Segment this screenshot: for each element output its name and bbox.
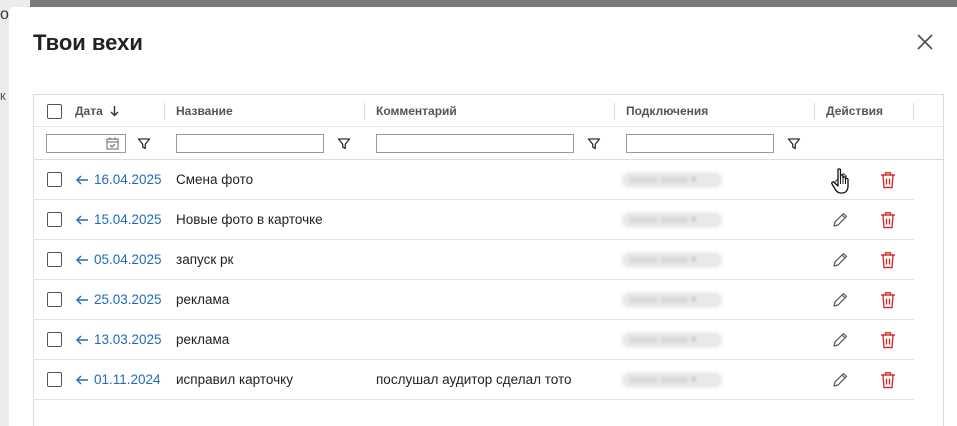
filter-row xyxy=(34,127,943,160)
name-filter-input[interactable] xyxy=(176,134,324,153)
table-header: Дата Название Комментарий Подключения Де… xyxy=(34,95,943,127)
connections-filter-input[interactable] xyxy=(626,134,774,153)
milestone-date-link[interactable]: 01.11.2024 xyxy=(94,372,161,387)
milestone-date-link[interactable]: 05.04.2025 xyxy=(94,252,162,267)
table-row[interactable]: 25.03.2025 реклама xxxxx xxxxx ▾ xyxy=(34,280,914,320)
trash-icon[interactable] xyxy=(880,371,896,389)
table-row[interactable]: 13.03.2025 реклама xxxxx xxxxx ▾ xyxy=(34,320,914,360)
connections-blurred: xxxxx xxxxx ▾ xyxy=(622,332,722,348)
hand-pointer-icon xyxy=(831,168,849,194)
table-scroll-gutter xyxy=(914,160,943,426)
row-checkbox[interactable] xyxy=(47,172,62,187)
pencil-icon[interactable] xyxy=(831,371,849,389)
arrow-left-icon[interactable] xyxy=(75,373,89,387)
trash-icon[interactable] xyxy=(880,251,896,269)
pencil-icon[interactable] xyxy=(831,251,849,269)
pencil-icon[interactable] xyxy=(831,331,849,349)
milestone-name: реклама xyxy=(176,332,230,347)
milestone-date-link[interactable]: 13.03.2025 xyxy=(94,332,162,347)
select-all-checkbox[interactable] xyxy=(47,104,62,119)
table-row[interactable]: 15.04.2025 Новые фото в карточке xxxxx x… xyxy=(34,200,914,240)
trash-icon[interactable] xyxy=(880,211,896,229)
funnel-icon[interactable] xyxy=(137,137,151,151)
trash-icon[interactable] xyxy=(880,331,896,349)
close-button[interactable] xyxy=(911,28,939,56)
pencil-icon[interactable] xyxy=(831,291,849,309)
background-text: о xyxy=(0,6,9,23)
funnel-icon[interactable] xyxy=(337,137,351,151)
column-header-date[interactable]: Дата xyxy=(75,95,119,127)
pencil-icon[interactable] xyxy=(831,211,849,229)
close-icon xyxy=(917,34,933,50)
funnel-icon[interactable] xyxy=(787,137,801,151)
row-checkbox[interactable] xyxy=(47,252,62,267)
milestone-name: Смена фото xyxy=(176,172,254,187)
milestone-date-link[interactable]: 16.04.2025 xyxy=(94,172,162,187)
milestone-name: реклама xyxy=(176,292,230,307)
milestone-comment: послушал аудитор сделал тото xyxy=(376,372,572,387)
column-separator[interactable] xyxy=(614,103,615,120)
milestones-dialog: Твои вехи Дата Название Комментарий Подк… xyxy=(9,7,957,426)
milestones-table: Дата Название Комментарий Подключения Де… xyxy=(33,94,944,426)
arrow-left-icon[interactable] xyxy=(75,253,89,267)
background-text: к xyxy=(0,88,6,103)
row-checkbox[interactable] xyxy=(47,332,62,347)
column-separator[interactable] xyxy=(364,103,365,120)
trash-icon[interactable] xyxy=(880,171,896,189)
funnel-icon[interactable] xyxy=(587,137,601,151)
milestone-date-link[interactable]: 15.04.2025 xyxy=(94,212,162,227)
table-row[interactable]: 16.04.2025 Смена фото xxxxx xxxxx ▾ xyxy=(34,160,914,200)
arrow-left-icon[interactable] xyxy=(75,293,89,307)
column-header-actions: Действия xyxy=(826,104,884,118)
comment-filter-input[interactable] xyxy=(376,134,574,153)
column-separator[interactable] xyxy=(164,103,165,120)
connections-blurred: xxxxx xxxxx ▾ xyxy=(622,292,722,308)
table-row[interactable]: 01.11.2024 исправил карточку послушал ау… xyxy=(34,360,914,400)
row-checkbox[interactable] xyxy=(47,372,62,387)
row-checkbox[interactable] xyxy=(47,212,62,227)
trash-icon[interactable] xyxy=(880,291,896,309)
table-row[interactable]: 05.04.2025 запуск рк xxxxx xxxxx ▾ xyxy=(34,240,914,280)
column-header-name[interactable]: Название xyxy=(176,95,233,127)
calendar-icon[interactable] xyxy=(106,137,119,150)
arrow-left-icon[interactable] xyxy=(75,333,89,347)
milestone-name: запуск рк xyxy=(176,252,234,267)
connections-blurred: xxxxx xxxxx ▾ xyxy=(622,252,722,268)
row-checkbox[interactable] xyxy=(47,292,62,307)
milestone-name: Новые фото в карточке xyxy=(176,212,323,227)
arrow-left-icon[interactable] xyxy=(75,173,89,187)
milestone-date-link[interactable]: 25.03.2025 xyxy=(94,292,162,307)
column-header-connections[interactable]: Подключения xyxy=(626,95,708,127)
connections-blurred: xxxxx xxxxx ▾ xyxy=(622,212,722,228)
column-separator xyxy=(913,103,914,120)
column-header-comment[interactable]: Комментарий xyxy=(376,95,457,127)
dialog-title: Твои вехи xyxy=(33,30,143,55)
column-separator[interactable] xyxy=(814,103,815,120)
connections-blurred: xxxxx xxxxx ▾ xyxy=(622,172,722,188)
connections-blurred: xxxxx xxxxx ▾ xyxy=(622,372,722,388)
arrow-down-icon xyxy=(110,105,119,116)
milestone-name: исправил карточку xyxy=(176,372,293,387)
arrow-left-icon[interactable] xyxy=(75,213,89,227)
